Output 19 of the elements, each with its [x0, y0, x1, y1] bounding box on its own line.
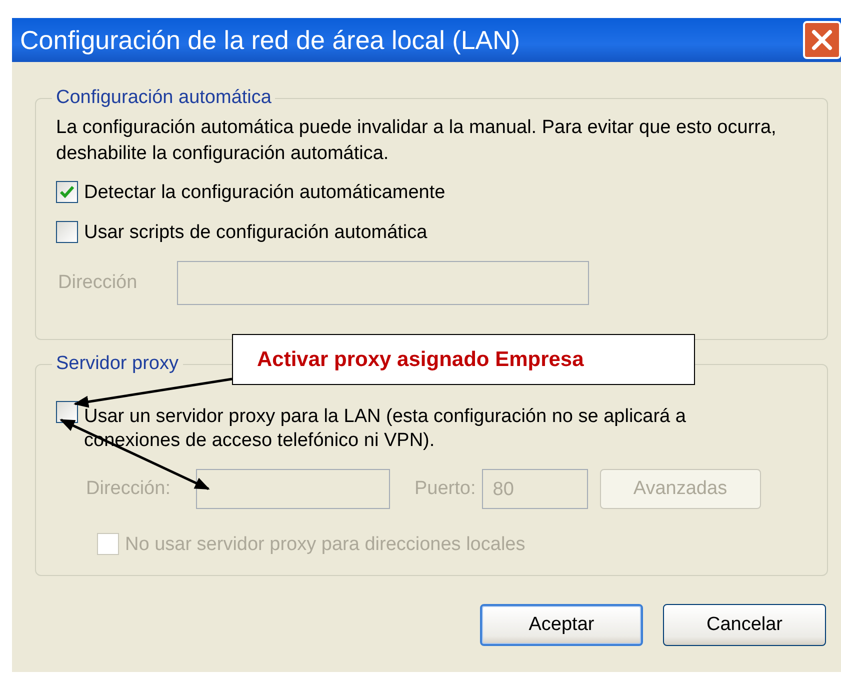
close-icon [809, 27, 835, 53]
checkbox[interactable] [56, 180, 78, 203]
window-title: Configuración de la red de área local (LAN) [20, 24, 520, 56]
check-icon [59, 184, 75, 200]
group-title: Servidor proxy [55, 354, 180, 375]
field-label: Puerto: [414, 476, 476, 501]
checkbox-label: Usar scripts de configuración automática [84, 220, 428, 245]
field-label: Dirección [58, 270, 138, 295]
group-title: Configuración automática [55, 88, 272, 109]
checkbox-label: Detectar la configuración automáticamente [84, 180, 446, 205]
checkbox[interactable] [56, 220, 78, 243]
cancel-button[interactable]: Cancelar [663, 604, 826, 646]
ok-button[interactable]: Aceptar [480, 604, 643, 646]
description-text: La configuración automática puede invalidar a la manual. Para evitar que esto ocurra, deshabilite la configuración automática. [56, 116, 778, 166]
field-label: Dirección: [86, 476, 170, 501]
checkbox[interactable] [56, 400, 78, 423]
callout-label: Activar proxy asignado Empresa [232, 334, 695, 385]
close-button[interactable] [803, 21, 841, 59]
checkbox-label: No usar servidor proxy para direcciones locales [125, 532, 526, 557]
